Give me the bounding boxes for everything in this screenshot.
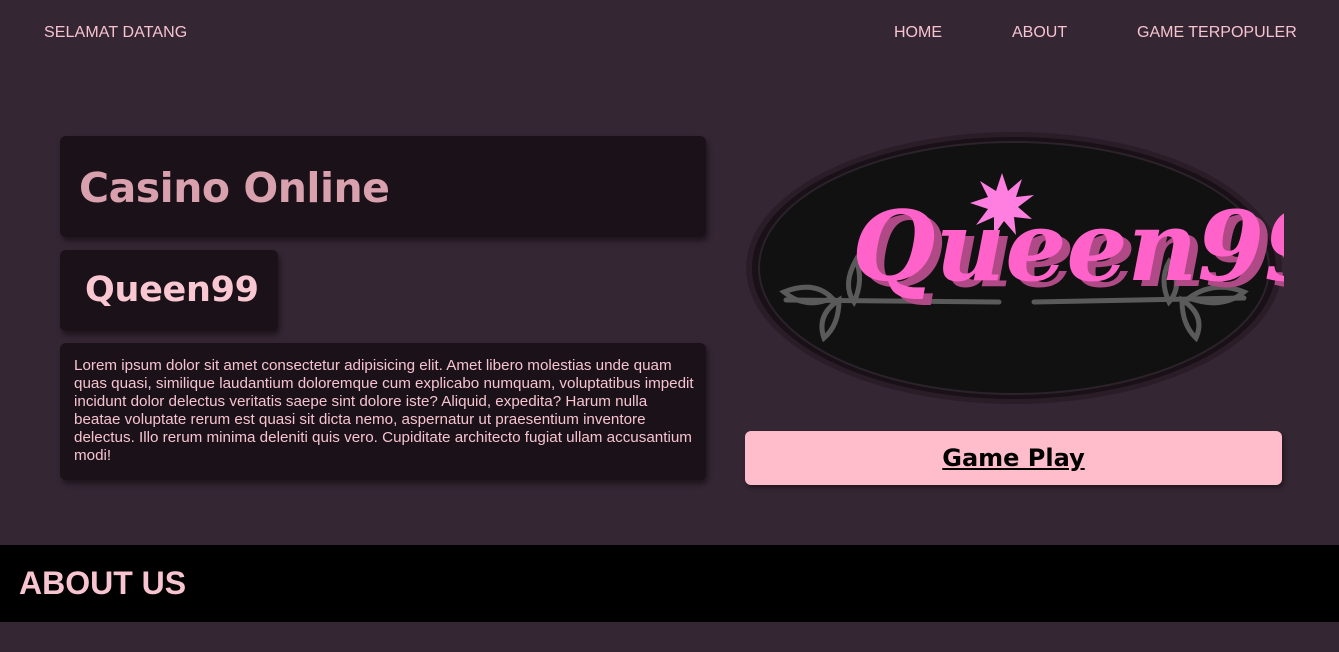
queen99-logo: Queen99 Queen99 (744, 130, 1284, 410)
about-title: ABOUT US (19, 565, 187, 601)
nav-link-about[interactable]: ABOUT (1012, 24, 1067, 42)
hero-title-card: Casino Online (60, 136, 706, 237)
nav-link-game-terpopuler[interactable]: GAME TERPOPULER (1137, 24, 1297, 42)
game-play-button[interactable]: Game Play (745, 431, 1282, 485)
nav-link-home[interactable]: HOME (894, 24, 942, 42)
hero-description-card: Lorem ipsum dolor sit amet consectetur a… (60, 343, 706, 480)
logo-text: Queen99 (852, 190, 1284, 303)
hero-title: Casino Online (79, 164, 390, 212)
hero-brand-card: Queen99 (60, 250, 278, 331)
navbar: SELAMAT DATANG HOME ABOUT GAME TERPOPULE… (0, 0, 1339, 66)
hero-description: Lorem ipsum dolor sit amet consectetur a… (74, 357, 694, 464)
about-section: ABOUT US (0, 545, 1339, 622)
hero-brand-name: Queen99 (85, 270, 259, 310)
nav-brand: SELAMAT DATANG (44, 24, 188, 41)
